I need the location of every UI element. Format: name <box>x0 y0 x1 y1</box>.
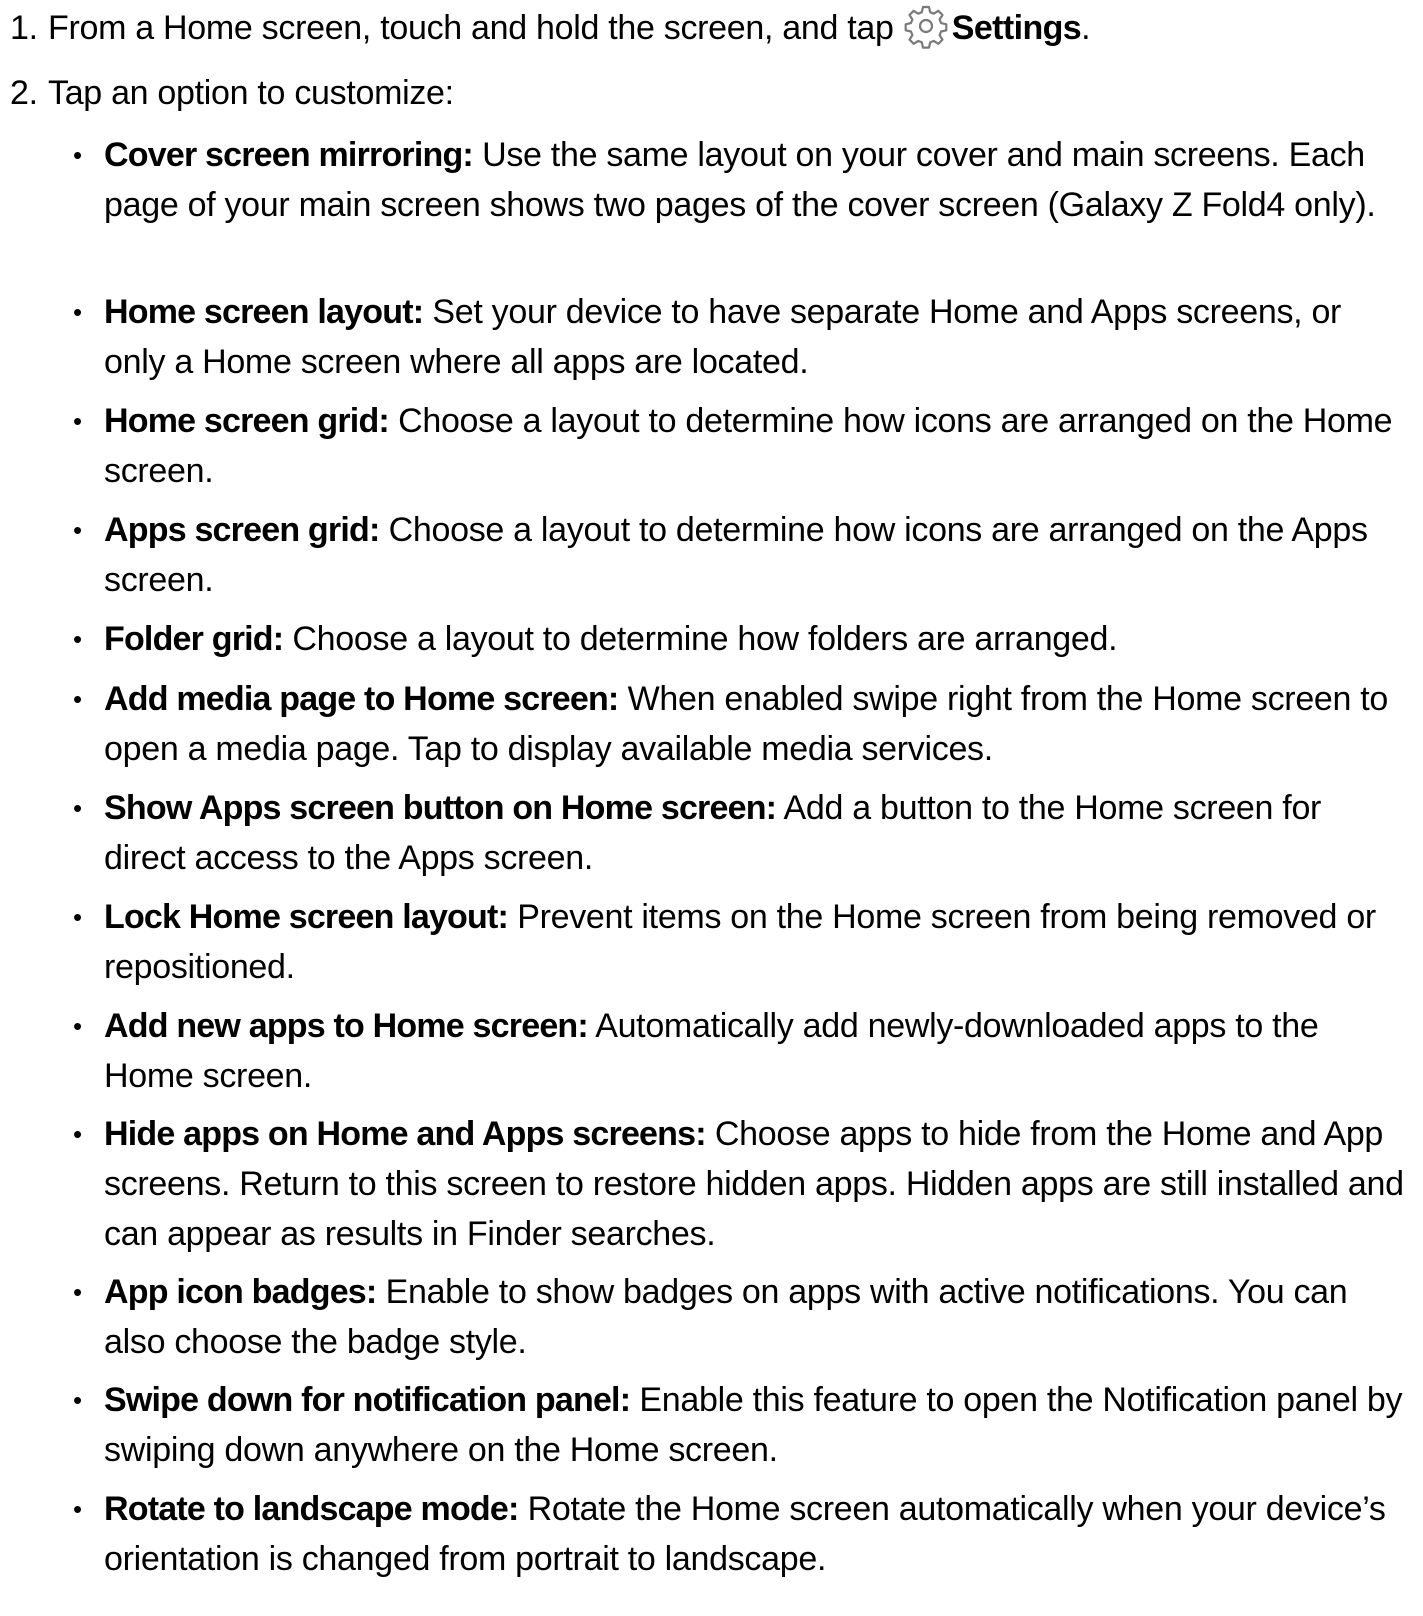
bullet: • <box>73 515 82 545</box>
option-term: Folder grid: <box>104 620 284 658</box>
bullet: • <box>73 406 82 436</box>
bullet: • <box>73 684 82 714</box>
option-text: Hide apps on Home and Apps screens: Choo… <box>104 1109 1404 1259</box>
option-text: Add media page to Home screen: When enab… <box>104 674 1404 774</box>
option-term: App icon badges: <box>104 1273 377 1311</box>
option-term: Add new apps to Home screen: <box>104 1007 589 1045</box>
step-number: 1. <box>10 9 38 47</box>
gear-icon <box>903 3 949 49</box>
option-text: Cover screen mirroring: Use the same lay… <box>104 130 1404 230</box>
step-text: Tap an option to customize: <box>48 74 454 112</box>
settings-label: Settings <box>951 9 1082 47</box>
option-term: Add media page to Home screen: <box>104 680 619 718</box>
option-text: Home screen layout: Set your device to h… <box>104 287 1404 387</box>
option-term: Show Apps screen button on Home screen: <box>104 789 777 827</box>
document-page: 1. From a Home screen, touch and hold th… <box>0 0 1423 1616</box>
option-text: App icon badges: Enable to show badges o… <box>104 1267 1404 1367</box>
bullet: • <box>73 1119 82 1149</box>
option-text: Rotate to landscape mode: Rotate the Hom… <box>104 1484 1404 1584</box>
step-text-after: . <box>1081 9 1091 47</box>
bullet: • <box>73 140 82 170</box>
option-term: Rotate to landscape mode: <box>104 1490 519 1528</box>
bullet: • <box>73 1494 82 1524</box>
step-text-before: From a Home screen, touch and hold the s… <box>48 9 894 47</box>
bullet: • <box>73 297 82 327</box>
option-description: Choose a layout to determine how folders… <box>283 620 1118 658</box>
step-text: From a Home screen, touch and hold the s… <box>48 3 1091 53</box>
option-term: Cover screen mirroring: <box>104 136 474 174</box>
option-text: Swipe down for notification panel: Enabl… <box>104 1375 1404 1475</box>
option-text: Apps screen grid: Choose a layout to det… <box>104 505 1404 605</box>
option-text: Show Apps screen button on Home screen: … <box>104 783 1404 883</box>
bullet: • <box>73 793 82 823</box>
bullet: • <box>73 624 82 654</box>
option-text: Home screen grid: Choose a layout to det… <box>104 396 1404 496</box>
step-number: 2. <box>10 74 38 112</box>
option-text: Folder grid: Choose a layout to determin… <box>104 614 1404 664</box>
option-term: Home screen grid: <box>104 402 390 440</box>
option-text: Lock Home screen layout: Prevent items o… <box>104 892 1404 992</box>
option-term: Swipe down for notification panel: <box>104 1381 631 1419</box>
bullet: • <box>73 1385 82 1415</box>
bullet: • <box>73 902 82 932</box>
bullet: • <box>73 1277 82 1307</box>
option-term: Lock Home screen layout: <box>104 898 509 936</box>
option-term: Apps screen grid: <box>104 511 380 549</box>
option-term: Home screen layout: <box>104 293 424 331</box>
bullet: • <box>73 1011 82 1041</box>
option-text: Add new apps to Home screen: Automatical… <box>104 1001 1404 1101</box>
option-term: Hide apps on Home and Apps screens: <box>104 1115 707 1153</box>
